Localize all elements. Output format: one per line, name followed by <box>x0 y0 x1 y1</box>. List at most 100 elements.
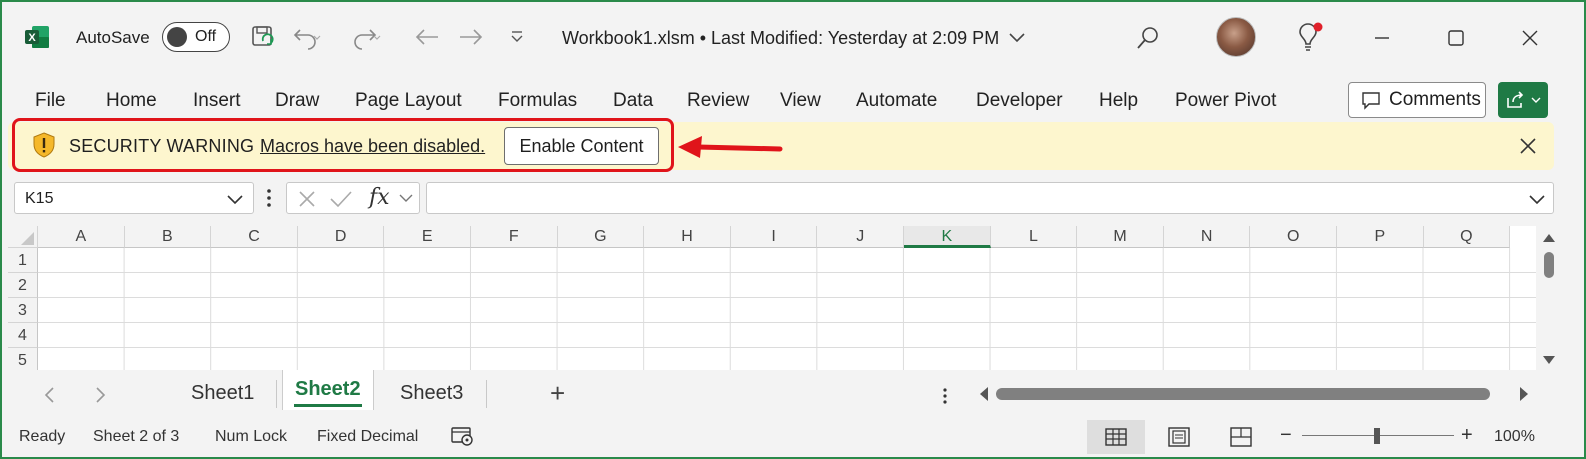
undo-icon[interactable] <box>292 22 322 52</box>
customize-toolbar-icon[interactable] <box>502 22 532 52</box>
column-header-a[interactable]: A <box>38 226 125 248</box>
prev-sheet-icon[interactable] <box>42 386 58 404</box>
lightbulb-icon[interactable] <box>1294 22 1324 54</box>
add-sheet-button[interactable]: + <box>550 378 565 408</box>
minimize-button[interactable] <box>1362 20 1402 56</box>
column-header-l[interactable]: L <box>990 226 1078 248</box>
autosave-toggle[interactable]: Off <box>162 22 230 52</box>
column-header-m[interactable]: M <box>1077 226 1164 248</box>
normal-view-button[interactable] <box>1087 420 1145 454</box>
zoom-level[interactable]: 100% <box>1494 428 1535 446</box>
column-header-i[interactable]: I <box>730 226 818 248</box>
column-header-q[interactable]: Q <box>1423 226 1511 248</box>
vertical-scrollbar[interactable] <box>1538 226 1562 370</box>
close-warning-icon[interactable] <box>1516 134 1540 158</box>
formula-input[interactable] <box>426 182 1554 214</box>
column-header-j[interactable]: J <box>817 226 904 248</box>
document-title[interactable]: Workbook1.xlsm • Last Modified: Yesterda… <box>562 28 1026 49</box>
comments-label: Comments <box>1389 89 1481 110</box>
scroll-left-icon <box>980 387 988 401</box>
close-window-button[interactable] <box>1510 20 1550 56</box>
horizontal-scrollbar[interactable] <box>976 382 1534 406</box>
forward-arrow-icon[interactable] <box>456 22 486 52</box>
enable-content-button[interactable]: Enable Content <box>504 127 659 165</box>
chevron-down-icon <box>1009 33 1025 43</box>
column-header-f[interactable]: F <box>471 226 558 248</box>
column-header-o[interactable]: O <box>1250 226 1337 248</box>
active-tab-indicator <box>294 404 362 407</box>
menu-developer[interactable]: Developer <box>976 90 1063 112</box>
row-header-3[interactable]: 3 <box>8 298 38 323</box>
menu-data[interactable]: Data <box>613 90 653 112</box>
menu-review[interactable]: Review <box>687 90 749 112</box>
column-header-e[interactable]: E <box>384 226 471 248</box>
comments-button[interactable]: Comments <box>1348 82 1486 118</box>
shield-warning-icon <box>33 132 55 158</box>
insert-function-button[interactable]: fx <box>369 185 390 210</box>
menu-automate[interactable]: Automate <box>856 90 937 112</box>
row-header-2[interactable]: 2 <box>8 273 38 298</box>
zoom-in-button[interactable]: + <box>1461 424 1473 447</box>
scroll-right-icon <box>1520 387 1528 401</box>
tab-divider <box>276 380 277 408</box>
sheet-tab-sheet2[interactable]: Sheet2 <box>295 378 361 404</box>
column-header-d[interactable]: D <box>297 226 385 248</box>
row-header-4[interactable]: 4 <box>8 323 38 348</box>
menu-page-layout[interactable]: Page Layout <box>355 90 462 112</box>
column-header-b[interactable]: B <box>124 226 212 248</box>
worksheet-grid[interactable]: ABCDEFGHIJKLMNOPQ 12345 <box>8 226 1536 370</box>
more-options-icon[interactable] <box>264 186 274 210</box>
cell-area[interactable] <box>38 248 1536 370</box>
accessibility-check-icon[interactable] <box>450 425 476 447</box>
menu-insert[interactable]: Insert <box>193 90 241 112</box>
menu-file[interactable]: File <box>35 90 66 112</box>
page-layout-icon <box>1168 427 1190 447</box>
chevron-down-icon[interactable] <box>399 193 413 203</box>
zoom-slider-thumb[interactable] <box>1374 428 1380 444</box>
confirm-entry-icon[interactable] <box>329 189 353 209</box>
formula-tools: fx <box>286 182 420 214</box>
zoom-out-button[interactable]: − <box>1280 424 1292 447</box>
chevron-down-icon <box>1531 97 1541 103</box>
security-warning-title: SECURITY WARNING <box>69 136 255 156</box>
page-layout-view-button[interactable] <box>1150 420 1208 454</box>
next-sheet-icon[interactable] <box>92 386 108 404</box>
back-arrow-icon[interactable] <box>412 22 442 52</box>
scroll-thumb <box>996 388 1490 400</box>
tab-options-icon[interactable] <box>940 386 950 406</box>
select-all-corner[interactable] <box>8 226 38 248</box>
search-icon[interactable] <box>1134 24 1162 52</box>
chevron-down-icon[interactable] <box>225 189 245 209</box>
menu-view[interactable]: View <box>780 90 821 112</box>
row-header-1[interactable]: 1 <box>8 248 38 273</box>
column-header-p[interactable]: P <box>1337 226 1424 248</box>
macros-disabled-link[interactable]: Macros have been disabled. <box>260 136 485 157</box>
close-icon <box>1522 30 1538 46</box>
menu-formulas[interactable]: Formulas <box>498 90 577 112</box>
column-header-n[interactable]: N <box>1163 226 1251 248</box>
row-header-5[interactable]: 5 <box>8 348 38 370</box>
menu-help[interactable]: Help <box>1099 90 1138 112</box>
column-header-c[interactable]: C <box>211 226 298 248</box>
svg-text:X: X <box>28 32 36 44</box>
save-sync-icon[interactable] <box>248 22 278 52</box>
maximize-button[interactable] <box>1436 20 1476 56</box>
page-break-view-button[interactable] <box>1212 420 1270 454</box>
menu-home[interactable]: Home <box>106 90 157 112</box>
cancel-entry-icon[interactable] <box>297 189 317 209</box>
menu-draw[interactable]: Draw <box>275 90 319 112</box>
expand-formula-icon[interactable] <box>1527 189 1547 209</box>
menu-power-pivot[interactable]: Power Pivot <box>1175 90 1276 112</box>
sheet-tab-sheet3[interactable]: Sheet3 <box>400 382 463 408</box>
column-header-g[interactable]: G <box>557 226 645 248</box>
name-box[interactable]: K15 <box>14 182 254 214</box>
scroll-up-icon <box>1543 234 1555 242</box>
share-icon <box>1507 91 1524 108</box>
avatar[interactable] <box>1216 17 1256 57</box>
sheet-tab-sheet1[interactable]: Sheet1 <box>191 382 254 408</box>
column-header-k[interactable]: K <box>904 226 991 248</box>
share-button[interactable] <box>1498 82 1548 118</box>
document-title-text: Workbook1.xlsm • Last Modified: Yesterda… <box>562 28 1000 48</box>
redo-icon[interactable] <box>352 22 382 52</box>
column-header-h[interactable]: H <box>644 226 731 248</box>
